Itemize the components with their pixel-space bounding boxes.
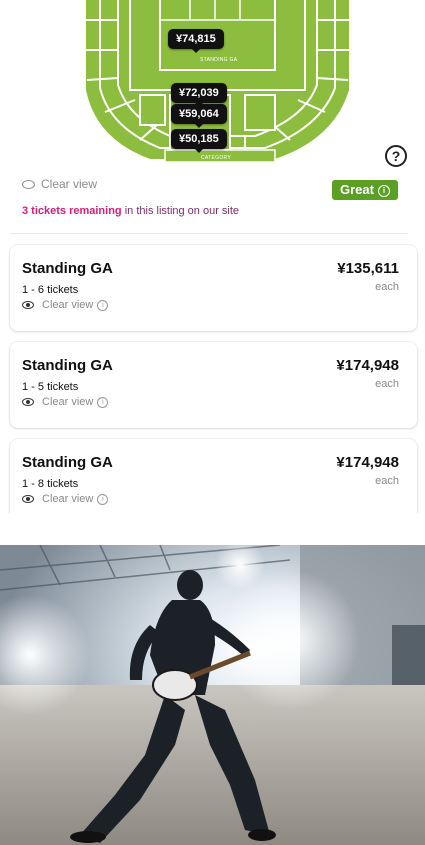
- listing-quantity: 1 - 8 tickets: [22, 478, 79, 490]
- listing-quantity: 1 - 5 tickets: [22, 381, 79, 393]
- concert-photo-graphic: [0, 545, 425, 845]
- map-label-standing: STANDING GA: [200, 57, 238, 63]
- map-label-category: CATEGORY: [201, 155, 231, 161]
- remaining-count: 3 tickets remaining: [22, 205, 122, 217]
- deal-badge[interactable]: Great i: [332, 180, 398, 200]
- eye-icon: [22, 180, 35, 190]
- map-price-tag[interactable]: ¥72,039: [171, 83, 227, 107]
- listing-price: ¥174,948: [336, 454, 399, 471]
- listing-card[interactable]: Standing GA 1 - 8 tickets Clear view i ¥…: [10, 439, 417, 513]
- listing-view: Clear view i: [22, 396, 109, 408]
- listings-panel: Clear view Great i 3 tickets remaining in…: [0, 175, 425, 513]
- price-unit: each: [375, 378, 399, 390]
- divider: [10, 233, 408, 234]
- eye-icon: [22, 495, 34, 503]
- listing-card[interactable]: Standing GA 1 - 6 tickets Clear view i ¥…: [10, 245, 417, 331]
- listing-quantity: 1 - 6 tickets: [22, 284, 79, 296]
- info-icon[interactable]: i: [97, 493, 109, 505]
- listing-price: ¥174,948: [336, 357, 399, 374]
- tickets-remaining-notice: 3 tickets remaining in this listing on o…: [22, 205, 239, 217]
- view-label: Clear view: [42, 493, 94, 505]
- price-unit: each: [375, 475, 399, 487]
- seat-map[interactable]: STANDING GA CATEGORY ¥74,815 ¥72,039 ¥59…: [0, 0, 425, 175]
- info-icon[interactable]: i: [97, 396, 109, 408]
- listing-view: Clear view i: [22, 493, 109, 505]
- info-icon[interactable]: i: [377, 185, 390, 197]
- price-unit: each: [375, 281, 399, 293]
- view-label: Clear view: [42, 396, 94, 408]
- view-label: Clear view: [41, 177, 98, 191]
- remaining-text: in this listing on our site: [121, 205, 240, 217]
- map-price-tag[interactable]: ¥50,185: [171, 129, 227, 153]
- eye-icon: [22, 301, 34, 309]
- listing-section: Standing GA: [22, 260, 113, 277]
- eye-icon: [22, 398, 34, 406]
- guitarist-performing-image: [0, 545, 425, 845]
- help-button[interactable]: ?: [385, 145, 407, 167]
- listing-view: Clear view i: [22, 299, 109, 311]
- listing-section: Standing GA: [22, 357, 113, 374]
- view-label: Clear view: [42, 299, 94, 311]
- listing-price: ¥135,611: [337, 260, 399, 277]
- map-price-tag[interactable]: ¥59,064: [171, 104, 227, 128]
- listing-card[interactable]: Standing GA 1 - 5 tickets Clear view i ¥…: [10, 342, 417, 428]
- map-price-tag[interactable]: ¥74,815: [168, 29, 224, 53]
- deal-label: Great: [340, 182, 374, 197]
- partial-view-row: Clear view: [22, 177, 97, 191]
- info-icon[interactable]: i: [97, 299, 109, 311]
- listing-section: Standing GA: [22, 454, 113, 471]
